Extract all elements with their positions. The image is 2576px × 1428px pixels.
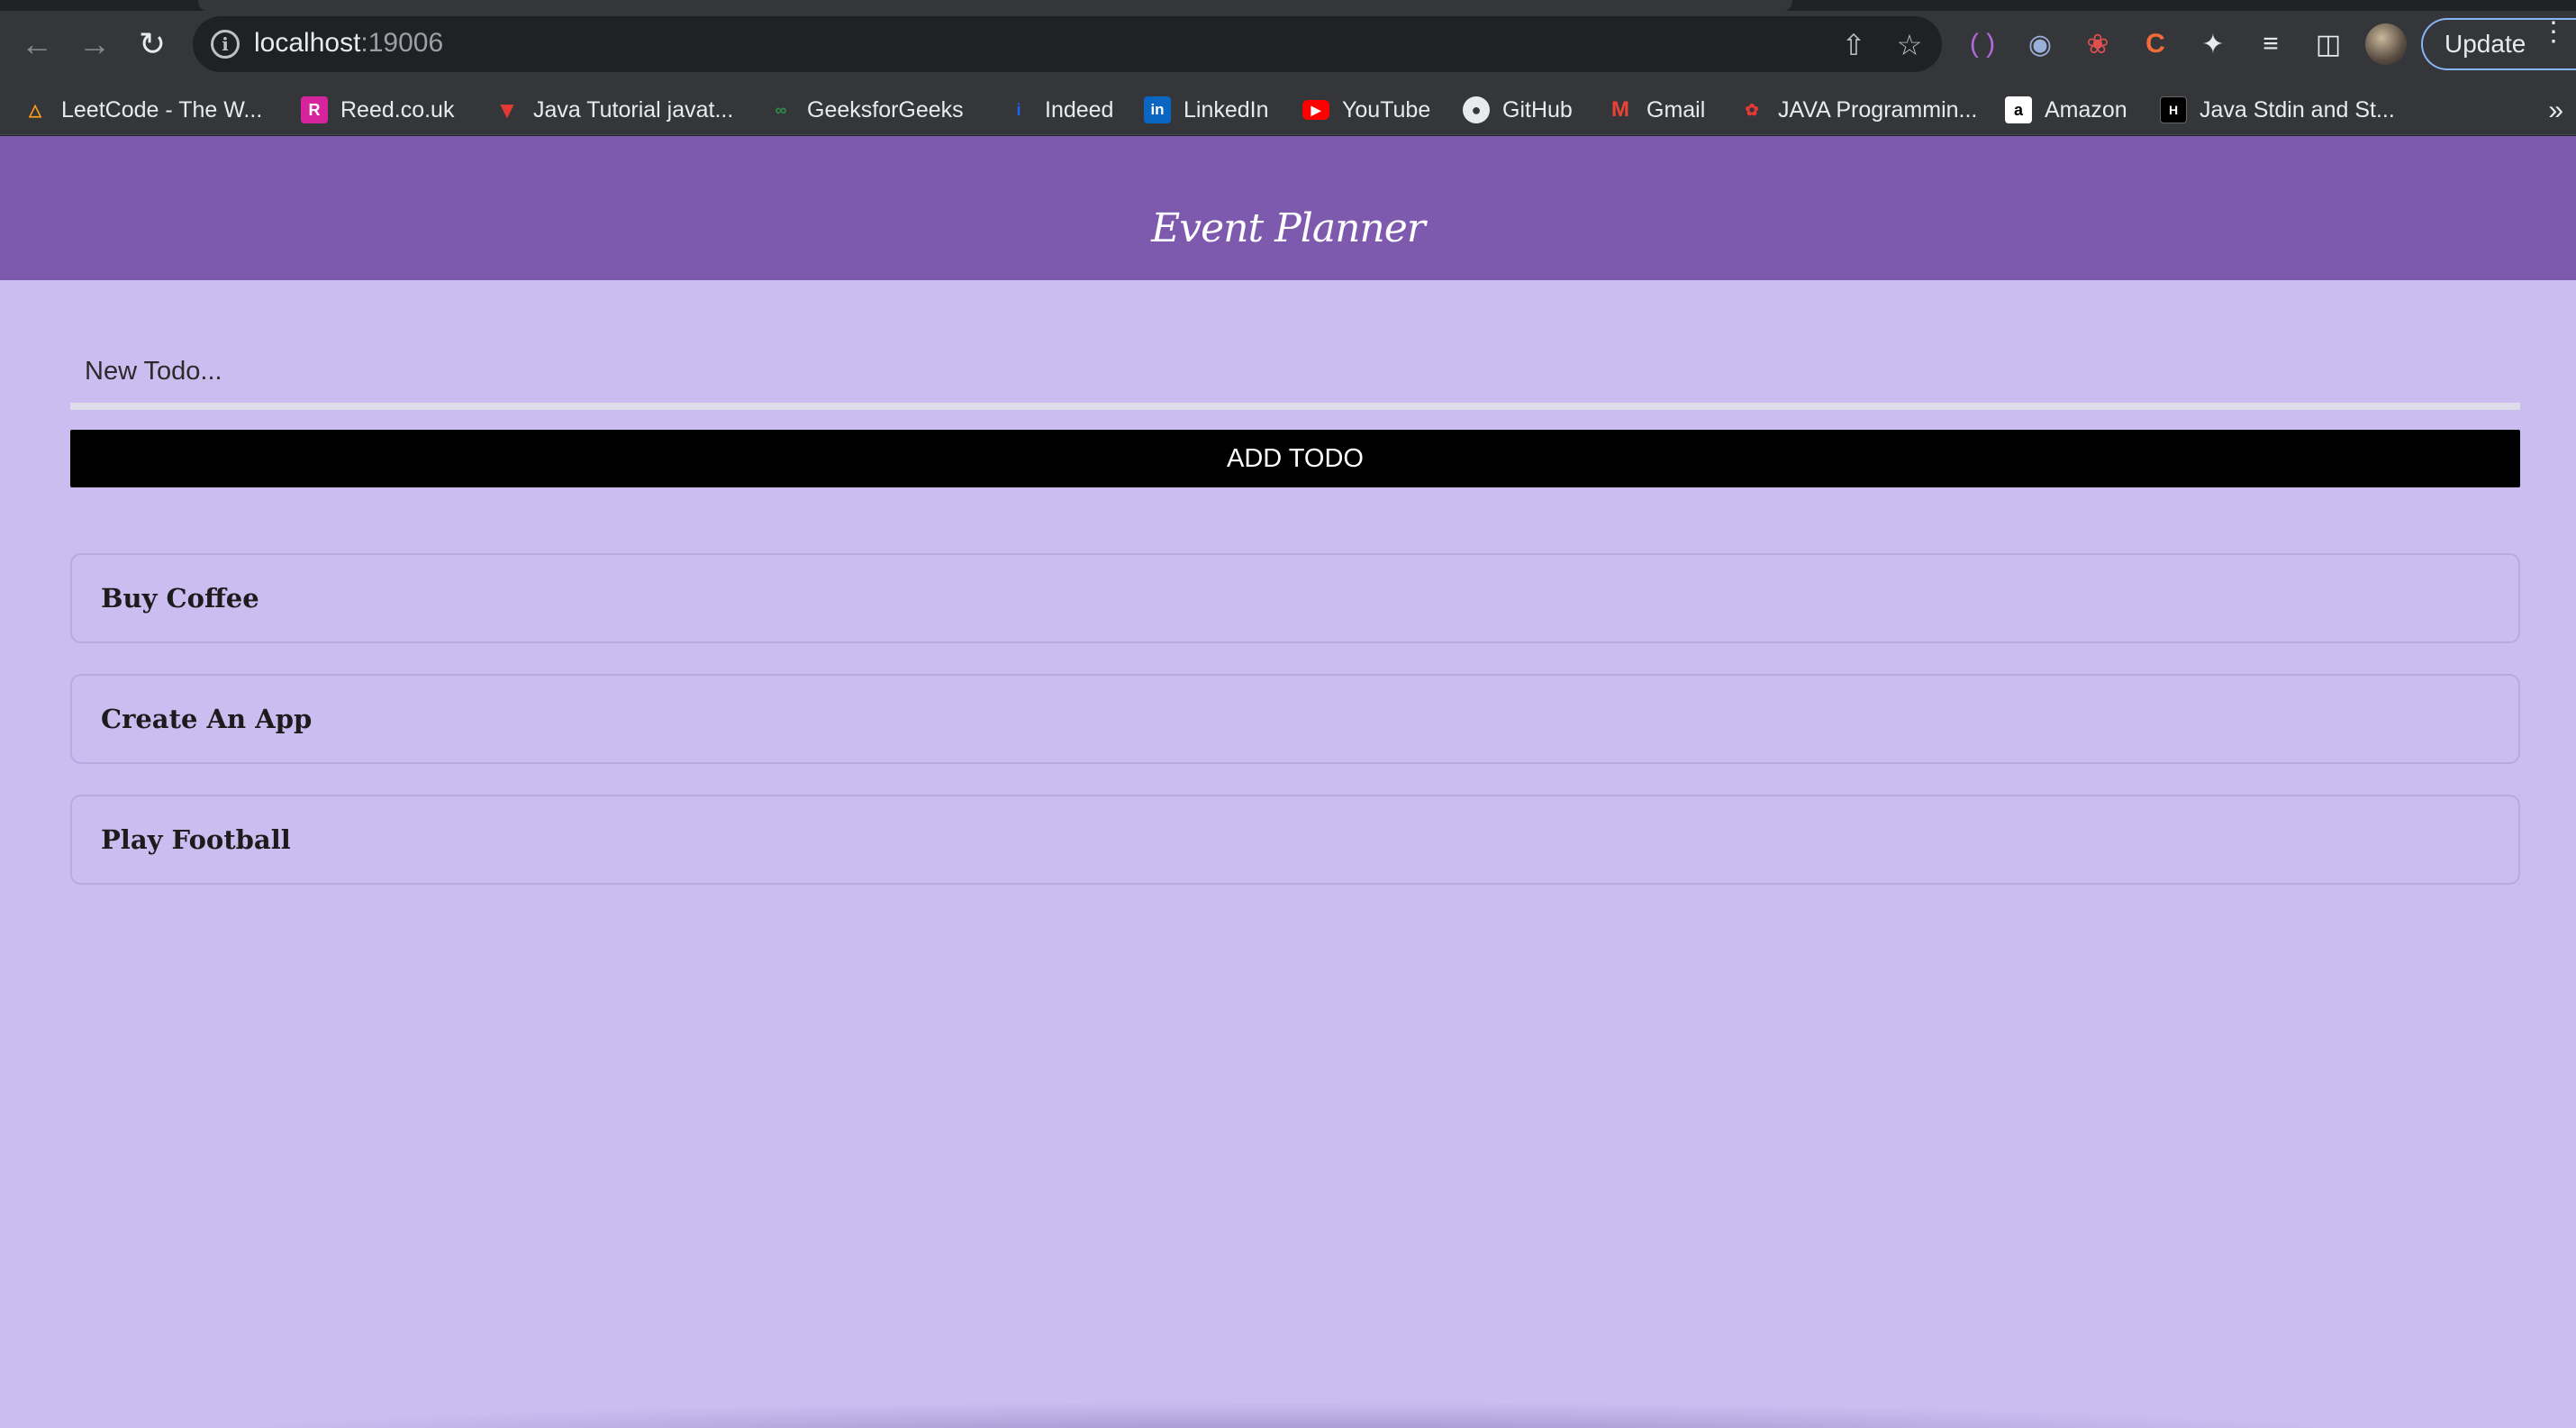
address-bar[interactable]: i localhost:19006 ⇧ ☆ (193, 16, 1942, 72)
bookmark-github[interactable]: ● GitHub (1463, 94, 1573, 126)
url-port: :19006 (360, 28, 444, 58)
bookmarks-bar: △ LeetCode - The W... R Reed.co.uk ▼ Java T… (0, 88, 2576, 135)
back-icon[interactable]: ← (13, 20, 61, 68)
forward-icon[interactable]: → (70, 20, 119, 68)
leetcode-icon: △ (29, 100, 41, 119)
java-icon: ✿ (1745, 100, 1759, 119)
amazon-icon: a (2005, 96, 2032, 123)
todo-label: Buy Coffee (101, 583, 259, 614)
todo-item[interactable]: Buy Coffee (70, 553, 2520, 643)
javatpoint-icon: ▼ (495, 96, 519, 123)
app-page: Event Planner ADD TODO Buy Coffee Create… (0, 136, 2576, 1428)
share-icon[interactable]: ⇧ (1836, 27, 1872, 63)
hackerrank-icon: H (2160, 96, 2187, 123)
bookmark-label: GeeksforGeeks (807, 96, 964, 123)
todo-item[interactable]: Play Football (70, 795, 2520, 885)
url-text[interactable]: localhost:19006 (254, 28, 443, 59)
todo-label: Create An App (101, 704, 313, 734)
bookmark-java-stdin[interactable]: H Java Stdin and St... (2160, 94, 2395, 126)
github-icon: ● (1463, 96, 1490, 123)
app-title: Event Planner (1151, 205, 1426, 251)
bookmark-label: Indeed (1045, 96, 1114, 123)
todo-item[interactable]: Create An App (70, 674, 2520, 764)
bookmark-javatpoint[interactable]: ▼ Java Tutorial javat... (494, 94, 733, 126)
url-host: localhost (254, 28, 361, 58)
todo-label: Play Football (101, 824, 291, 855)
extension-brackets-icon[interactable]: ( ) (1960, 22, 2005, 67)
profile-avatar[interactable] (2365, 23, 2407, 65)
bookmark-label: Amazon (2045, 96, 2127, 123)
reload-icon[interactable]: ↻ (128, 20, 177, 68)
bookmark-label: Reed.co.uk (340, 96, 455, 123)
geeksforgeeks-icon: ∞ (775, 100, 787, 119)
bookmark-label: YouTube (1342, 96, 1431, 123)
menu-dots-icon[interactable]: ⋮ (2540, 19, 2567, 46)
bookmark-geeksforgeeks[interactable]: ∞ GeeksforGeeks (767, 94, 964, 126)
extensions-puzzle-icon[interactable]: ✦ (2191, 22, 2236, 67)
bookmarks-overflow-icon[interactable]: » (2548, 96, 2563, 126)
update-button[interactable]: Update ⋮ (2421, 18, 2576, 70)
bookmark-label: Java Tutorial javat... (533, 96, 734, 123)
linkedin-icon: in (1144, 96, 1171, 123)
youtube-icon: ▶ (1302, 100, 1329, 120)
new-todo-input[interactable] (70, 340, 2520, 403)
extension-c-icon[interactable]: C (2133, 22, 2178, 67)
indeed-icon: i (1016, 100, 1021, 119)
add-todo-button[interactable]: ADD TODO (70, 430, 2520, 487)
bookmark-label: Gmail (1646, 96, 1706, 123)
bookmark-label: Java Stdin and St... (2200, 96, 2395, 123)
bookmark-label: LinkedIn (1184, 96, 1269, 123)
extension-circle-icon[interactable]: ◉ (2018, 22, 2063, 67)
bookmark-youtube[interactable]: ▶ YouTube (1302, 94, 1430, 126)
tab-strip (0, 0, 2576, 11)
bookmark-indeed[interactable]: i Indeed (1005, 94, 1113, 126)
reading-list-icon[interactable]: ≡ (2248, 22, 2293, 67)
bookmark-linkedin[interactable]: in LinkedIn (1144, 94, 1269, 126)
bookmark-label: GitHub (1502, 96, 1573, 123)
bookmark-java-programming[interactable]: ✿ JAVA Programmin... (1738, 94, 1977, 126)
reed-icon: R (301, 96, 328, 123)
active-tab[interactable] (198, 0, 1792, 11)
bookmark-gmail[interactable]: M Gmail (1607, 94, 1705, 126)
new-todo-field (70, 340, 2520, 410)
site-info-icon[interactable]: i (211, 30, 240, 59)
browser-toolbar: ← → ↻ i localhost:19006 ⇧ ☆ ( ) ◉ ❀ C ✦ … (0, 0, 2576, 88)
bookmark-leetcode[interactable]: △ LeetCode - The W... (22, 94, 262, 126)
bookmark-star-icon[interactable]: ☆ (1891, 27, 1927, 63)
bookmark-label: JAVA Programmin... (1778, 96, 1978, 123)
update-label: Update (2444, 30, 2526, 58)
gmail-icon: M (1611, 97, 1629, 122)
side-panel-icon[interactable]: ◫ (2306, 22, 2351, 67)
app-header: Event Planner (0, 136, 2576, 280)
bookmark-amazon[interactable]: a Amazon (2005, 94, 2127, 126)
bookmark-label: LeetCode - The W... (61, 96, 263, 123)
bottom-shadow (144, 1401, 2432, 1428)
extension-bug-icon[interactable]: ❀ (2075, 22, 2120, 67)
bookmark-reed[interactable]: R Reed.co.uk (301, 94, 454, 126)
